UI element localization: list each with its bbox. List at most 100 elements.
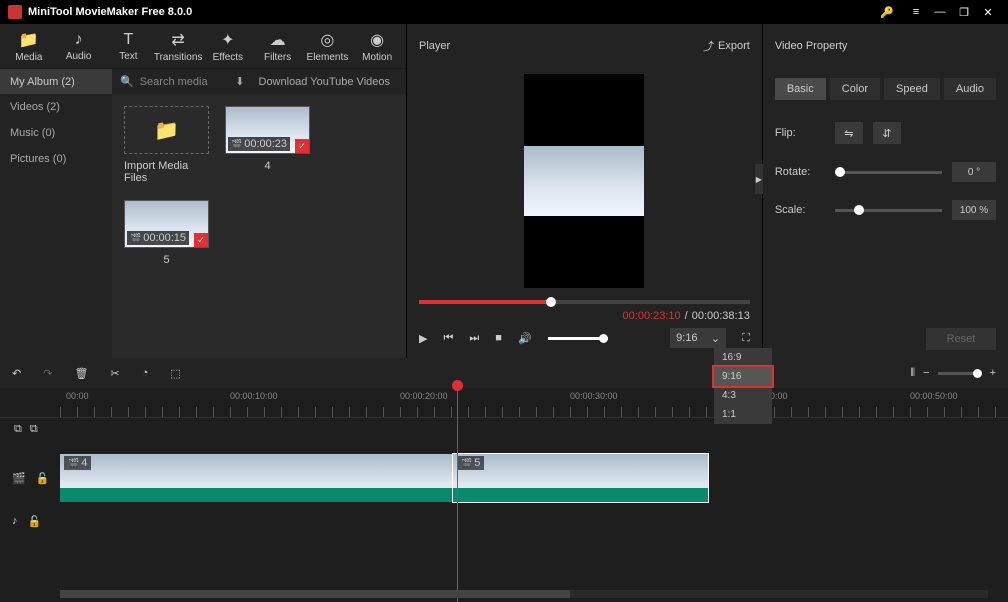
timeline-zoom: ⦀ − + <box>910 367 996 380</box>
export-icon: ⤴ <box>703 38 714 54</box>
music-icon: ♪ <box>75 31 83 49</box>
video-track-icon[interactable]: 🎬 <box>12 472 26 485</box>
menu-icon[interactable]: ≡ <box>904 6 928 18</box>
sidebar-item-pictures[interactable]: Pictures (0) <box>0 146 112 172</box>
sidebar-item-music[interactable]: Music (0) <box>0 120 112 146</box>
tab-transitions[interactable]: ⇄Transitions <box>153 24 203 68</box>
download-youtube[interactable]: Download YouTube Videos <box>259 76 399 88</box>
key-icon[interactable]: 🔑 <box>880 6 894 19</box>
prop-tab-color[interactable]: Color <box>830 78 880 100</box>
tab-elements[interactable]: ◎Elements <box>303 24 353 68</box>
flip-label: Flip: <box>775 127 825 139</box>
app-title: MiniTool MovieMaker Free 8.0.0 <box>28 6 880 18</box>
rotate-value[interactable]: 0 ° <box>952 162 996 182</box>
check-icon: ✓ <box>295 139 309 153</box>
property-title: Video Property <box>775 40 848 52</box>
fullscreen-icon[interactable]: ⛶ <box>742 332 750 345</box>
property-pane: ▶ Video Property Basic Color Speed Audio… <box>763 24 1008 358</box>
timeline-clip[interactable]: 🎬 5 <box>453 454 708 502</box>
rotate-label: Rotate: <box>775 166 825 178</box>
timeline-scrollbar[interactable] <box>60 590 988 598</box>
reset-button[interactable]: Reset <box>926 328 996 350</box>
maximize-icon[interactable]: ❐ <box>952 6 976 19</box>
zoom-in-icon[interactable]: + <box>990 367 996 379</box>
timeline-toolbar: ↶ ↷ 🗑 ✂ ◔ ⬚ ⦀ − + <box>0 358 1008 388</box>
search-input[interactable]: Search media <box>140 76 208 88</box>
flip-horizontal-button[interactable]: ⇋ <box>835 122 863 144</box>
video-track[interactable]: 🎬🔓 🎬 4 🎬 5 <box>60 454 1008 502</box>
media-item[interactable]: 🎬 00:00:23✓ 4 <box>225 106 310 184</box>
redo-icon[interactable]: ↷ <box>43 367 52 380</box>
tab-text[interactable]: TText <box>104 24 154 68</box>
media-name: 4 <box>264 160 270 172</box>
volume-slider[interactable] <box>548 337 608 340</box>
folder-icon: 📁 <box>154 118 179 143</box>
tab-effects[interactable]: ✦Effects <box>203 24 253 68</box>
media-name: 5 <box>163 254 169 266</box>
prop-tab-speed[interactable]: Speed <box>884 78 940 100</box>
close-icon[interactable]: ✕ <box>976 6 1000 19</box>
tab-audio[interactable]: ♪Audio <box>54 24 104 68</box>
chevron-down-icon: ⌄ <box>711 332 720 345</box>
transitions-icon: ⇄ <box>171 30 184 50</box>
next-frame-icon[interactable]: ⏭ <box>469 332 479 345</box>
aspect-option[interactable]: 1:1 <box>714 405 772 424</box>
tab-media[interactable]: 📁Media <box>4 24 54 68</box>
elements-icon: ◎ <box>320 30 334 50</box>
time-current: 00:00:23:10 <box>623 310 681 322</box>
audio-track[interactable]: ♪🔓 <box>60 504 1008 538</box>
import-media[interactable]: 📁 Import Media Files <box>124 106 209 184</box>
speed-icon[interactable]: ◔ <box>142 367 149 379</box>
zoom-out-icon[interactable]: − <box>923 367 929 379</box>
collapse-icon[interactable]: ▶ <box>755 164 763 194</box>
flip-vertical-button[interactable]: ⇵ <box>873 122 901 144</box>
sidebar-item-videos[interactable]: Videos (2) <box>0 94 112 120</box>
zoom-slider[interactable] <box>938 372 982 375</box>
aspect-select[interactable]: 9:16⌄ <box>670 328 726 348</box>
lock-icon[interactable]: 🔓 <box>36 472 50 485</box>
scale-slider[interactable] <box>835 209 942 212</box>
delete-icon[interactable]: 🗑 <box>74 367 88 380</box>
aspect-option[interactable]: 4:3 <box>714 386 772 405</box>
media-item[interactable]: 🎬 00:00:15✓ 5 <box>124 200 209 266</box>
filters-icon: ☁ <box>270 30 286 50</box>
player-title: Player <box>419 40 450 52</box>
minimize-icon[interactable]: — <box>928 6 952 18</box>
seek-bar[interactable] <box>419 300 750 304</box>
zoom-fit-icon[interactable]: ⦀ <box>910 367 915 380</box>
player-pane: Player ⤴Export 00:00:23:10/00:00:38:13 ▶… <box>407 24 763 358</box>
rotate-slider[interactable] <box>835 171 942 174</box>
playhead[interactable] <box>457 386 458 602</box>
stop-icon[interactable]: ■ <box>495 332 502 344</box>
export-button[interactable]: ⤴Export <box>703 38 750 54</box>
tab-motion[interactable]: ◉Motion <box>352 24 402 68</box>
prev-frame-icon[interactable]: ⏮ <box>443 332 453 345</box>
play-icon[interactable]: ▶ <box>419 332 427 345</box>
aspect-option[interactable]: 16:9 <box>714 348 772 367</box>
aspect-option[interactable]: 9:16 <box>714 367 772 386</box>
media-sidebar: Videos (2) Music (0) Pictures (0) <box>0 94 112 358</box>
app-logo <box>8 5 22 19</box>
lock-icon[interactable]: 🔓 <box>28 515 42 528</box>
volume-icon[interactable]: 🔊 <box>518 332 532 345</box>
search-icon: 🔍 <box>120 75 134 88</box>
audio-track-icon[interactable]: ♪ <box>12 515 18 528</box>
split-icon[interactable]: ✂ <box>110 367 119 380</box>
search-row: My Album (2) 🔍 Search media ⬇ Download Y… <box>0 68 406 94</box>
titlebar: MiniTool MovieMaker Free 8.0.0 🔑 ≡ — ❐ ✕ <box>0 0 1008 24</box>
tab-filters[interactable]: ☁Filters <box>253 24 303 68</box>
undo-icon[interactable]: ↶ <box>12 367 21 380</box>
prop-tab-basic[interactable]: Basic <box>775 78 826 100</box>
main-toolbar: 📁Media ♪Audio TText ⇄Transitions ✦Effect… <box>0 24 406 68</box>
duration-badge: 🎬 00:00:15 <box>127 231 189 245</box>
timeline-clip[interactable]: 🎬 4 <box>60 454 453 502</box>
timeline-ruler[interactable]: ⧉⧉ 00:00 00:00:10:00 00:00:20:00 00:00:3… <box>0 388 1008 418</box>
album-label[interactable]: My Album (2) <box>0 69 112 94</box>
scale-value[interactable]: 100 % <box>952 200 996 220</box>
crop-icon[interactable]: ⬚ <box>170 367 180 380</box>
effects-icon: ✦ <box>221 30 234 50</box>
prop-tab-audio[interactable]: Audio <box>944 78 996 100</box>
aspect-dropdown: 16:9 9:16 4:3 1:1 <box>714 348 772 424</box>
preview-area[interactable] <box>407 68 762 294</box>
text-icon: T <box>123 31 133 49</box>
